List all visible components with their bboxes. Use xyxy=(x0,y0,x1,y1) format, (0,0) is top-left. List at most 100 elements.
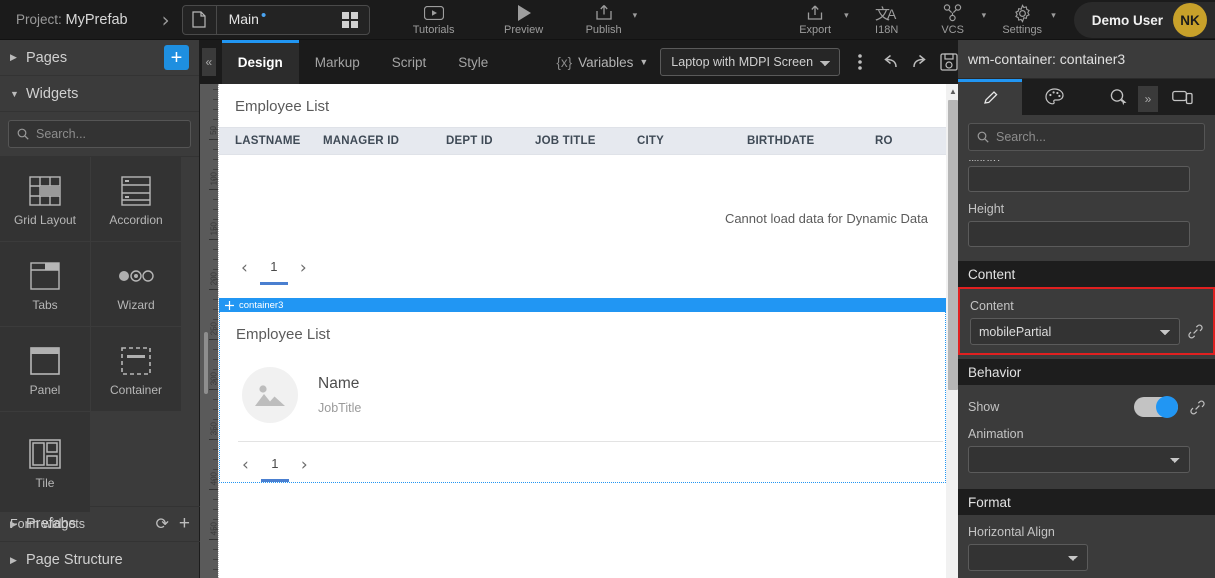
variables-button[interactable]: {x} Variables ▼ xyxy=(556,55,648,70)
group-content-header[interactable]: Content xyxy=(958,261,1215,287)
show-toggle[interactable] xyxy=(1134,397,1178,417)
horizontal-align-select[interactable] xyxy=(968,544,1088,571)
expand-right-panel-button[interactable]: » xyxy=(1138,86,1158,112)
canvas-left-scrollbar[interactable] xyxy=(200,84,218,578)
refresh-icon[interactable]: ⟳ xyxy=(155,514,168,534)
variables-chevron-down-icon: ▼ xyxy=(639,57,648,67)
tab-design[interactable]: Design xyxy=(222,40,299,84)
device-select[interactable]: Laptop with MDPI Screen xyxy=(660,48,840,76)
animation-select[interactable] xyxy=(968,446,1190,473)
collapse-left-panel-button[interactable]: « xyxy=(202,48,216,76)
widget-container[interactable]: Container xyxy=(91,327,181,411)
widget-wizard[interactable]: Wizard xyxy=(91,242,181,326)
properties-search-input[interactable] xyxy=(996,130,1196,144)
th-lastname[interactable]: LASTNAME xyxy=(219,135,323,147)
publish-button[interactable]: Publish xyxy=(576,2,632,38)
tutorials-button[interactable]: Tutorials xyxy=(406,2,462,38)
pagination-prev-icon[interactable]: ‹ xyxy=(241,259,248,277)
publish-chevron-down-icon[interactable]: ▾ xyxy=(633,10,638,21)
widget-accordion[interactable]: Accordion xyxy=(91,157,181,241)
pagination-prev-icon[interactable]: ‹ xyxy=(242,456,249,474)
settings-chevron-down-icon[interactable]: ▾ xyxy=(1051,10,1056,21)
pagination-page[interactable]: 1 xyxy=(260,259,288,285)
table-header-row: LASTNAME MANAGER ID DEPT ID JOB TITLE CI… xyxy=(219,127,946,155)
content-select[interactable]: mobilePartial xyxy=(970,318,1180,345)
properties-search-box[interactable] xyxy=(968,123,1205,151)
variables-brace-icon: {x} xyxy=(556,55,572,70)
pagination-page[interactable]: 1 xyxy=(261,456,289,482)
selection-toolbar[interactable]: container3 xyxy=(219,298,946,312)
tab-properties[interactable] xyxy=(958,79,1022,115)
employee-list-title: Employee List xyxy=(219,84,946,127)
widget-panel[interactable]: Panel xyxy=(0,327,90,411)
pagination-next-icon[interactable]: › xyxy=(301,456,308,474)
vcs-button[interactable]: VCS xyxy=(925,2,981,38)
export-chevron-down-icon[interactable]: ▾ xyxy=(844,10,849,21)
vcs-group[interactable]: VCS ▾ xyxy=(925,2,987,38)
widget-search-wrap xyxy=(0,112,199,157)
sidebar-bottom: ▶ Prefabs ⟳ + ▶ Page Structure xyxy=(0,506,200,578)
field-content: Content mobilePartial xyxy=(960,299,1213,345)
tab-script[interactable]: Script xyxy=(376,40,443,84)
widget-search-box[interactable] xyxy=(8,120,191,148)
export-group[interactable]: Export ▾ xyxy=(787,2,849,38)
widget-grid-layout[interactable]: Grid Layout xyxy=(0,157,90,241)
height-input[interactable] xyxy=(968,221,1190,247)
undo-button[interactable] xyxy=(879,47,902,77)
avatar-placeholder-icon xyxy=(242,367,298,423)
employee-list-widget-top: Employee List LASTNAME MANAGER ID DEPT I… xyxy=(219,84,946,285)
active-page-pill[interactable]: Main• xyxy=(182,5,370,35)
th-city[interactable]: CITY xyxy=(637,135,747,147)
search-input[interactable] xyxy=(36,127,182,141)
th-manager-id[interactable]: MANAGER ID xyxy=(323,135,446,147)
pagination-next-icon[interactable]: › xyxy=(300,259,307,277)
tab-style[interactable]: Style xyxy=(442,40,504,84)
chevron-down-icon: ▼ xyxy=(10,89,26,99)
th-dept-id[interactable]: DEPT ID xyxy=(446,135,535,147)
group-format-header[interactable]: Format xyxy=(958,489,1215,515)
publish-group[interactable]: Publish ▾ xyxy=(576,2,638,38)
list-item[interactable]: Name JobTitle xyxy=(220,355,945,441)
tab-devices[interactable] xyxy=(1150,79,1214,115)
bind-link-icon[interactable] xyxy=(1188,324,1203,339)
preview-button[interactable]: Preview xyxy=(496,2,552,38)
group-behavior-header[interactable]: Behavior xyxy=(958,359,1215,385)
sidebar-item-pages[interactable]: ▶ Pages + xyxy=(0,40,199,76)
add-prefab-icon[interactable]: + xyxy=(179,513,190,535)
th-birthdate[interactable]: BIRTHDATE xyxy=(747,135,875,147)
canvas-left-scrollbar-thumb[interactable] xyxy=(204,332,208,394)
tab-style[interactable] xyxy=(1022,79,1086,115)
widget-tile[interactable]: Tile xyxy=(0,412,90,512)
project-chevron-icon[interactable]: › xyxy=(162,10,170,30)
canvas-scrollbar-thumb[interactable] xyxy=(948,100,958,390)
more-options-button[interactable] xyxy=(848,47,871,77)
selected-container[interactable]: container3 Employee List Name JobTitle xyxy=(219,298,946,483)
save-button[interactable] xyxy=(937,47,960,77)
pagination-active-bar xyxy=(261,479,289,482)
properties-scroll: Width Height Content Content mobileParti… xyxy=(958,160,1215,571)
sidebar-item-page-structure[interactable]: ▶ Page Structure xyxy=(0,542,200,578)
widget-tabs[interactable]: Tabs xyxy=(0,242,90,326)
tab-design-label: Design xyxy=(238,55,283,70)
sidebar-item-widgets[interactable]: ▼ Widgets xyxy=(0,76,199,112)
redo-button[interactable] xyxy=(908,47,931,77)
settings-button[interactable]: Settings xyxy=(994,2,1050,38)
settings-group[interactable]: Settings ▾ xyxy=(994,2,1056,38)
vcs-chevron-down-icon[interactable]: ▾ xyxy=(982,10,987,21)
tab-markup[interactable]: Markup xyxy=(299,40,376,84)
move-handle-icon[interactable] xyxy=(225,301,234,310)
add-page-button[interactable]: + xyxy=(164,45,189,70)
bind-link-icon[interactable] xyxy=(1190,400,1205,415)
width-input[interactable] xyxy=(968,166,1190,192)
th-role[interactable]: RO xyxy=(875,135,893,147)
th-job-title[interactable]: JOB TITLE xyxy=(535,135,637,147)
project-name: MyPrefab xyxy=(66,12,128,28)
page-grid-button[interactable] xyxy=(331,12,369,28)
sidebar-item-prefabs[interactable]: ▶ Prefabs ⟳ + xyxy=(0,506,200,542)
wizard-icon xyxy=(118,256,154,296)
export-button[interactable]: Export xyxy=(787,2,843,38)
widgets-label: Widgets xyxy=(26,86,189,102)
list-item-subtitle: JobTitle xyxy=(318,401,361,415)
i18n-button[interactable]: 文A I18N xyxy=(859,2,915,38)
user-chip[interactable]: Demo User NK xyxy=(1074,2,1215,38)
